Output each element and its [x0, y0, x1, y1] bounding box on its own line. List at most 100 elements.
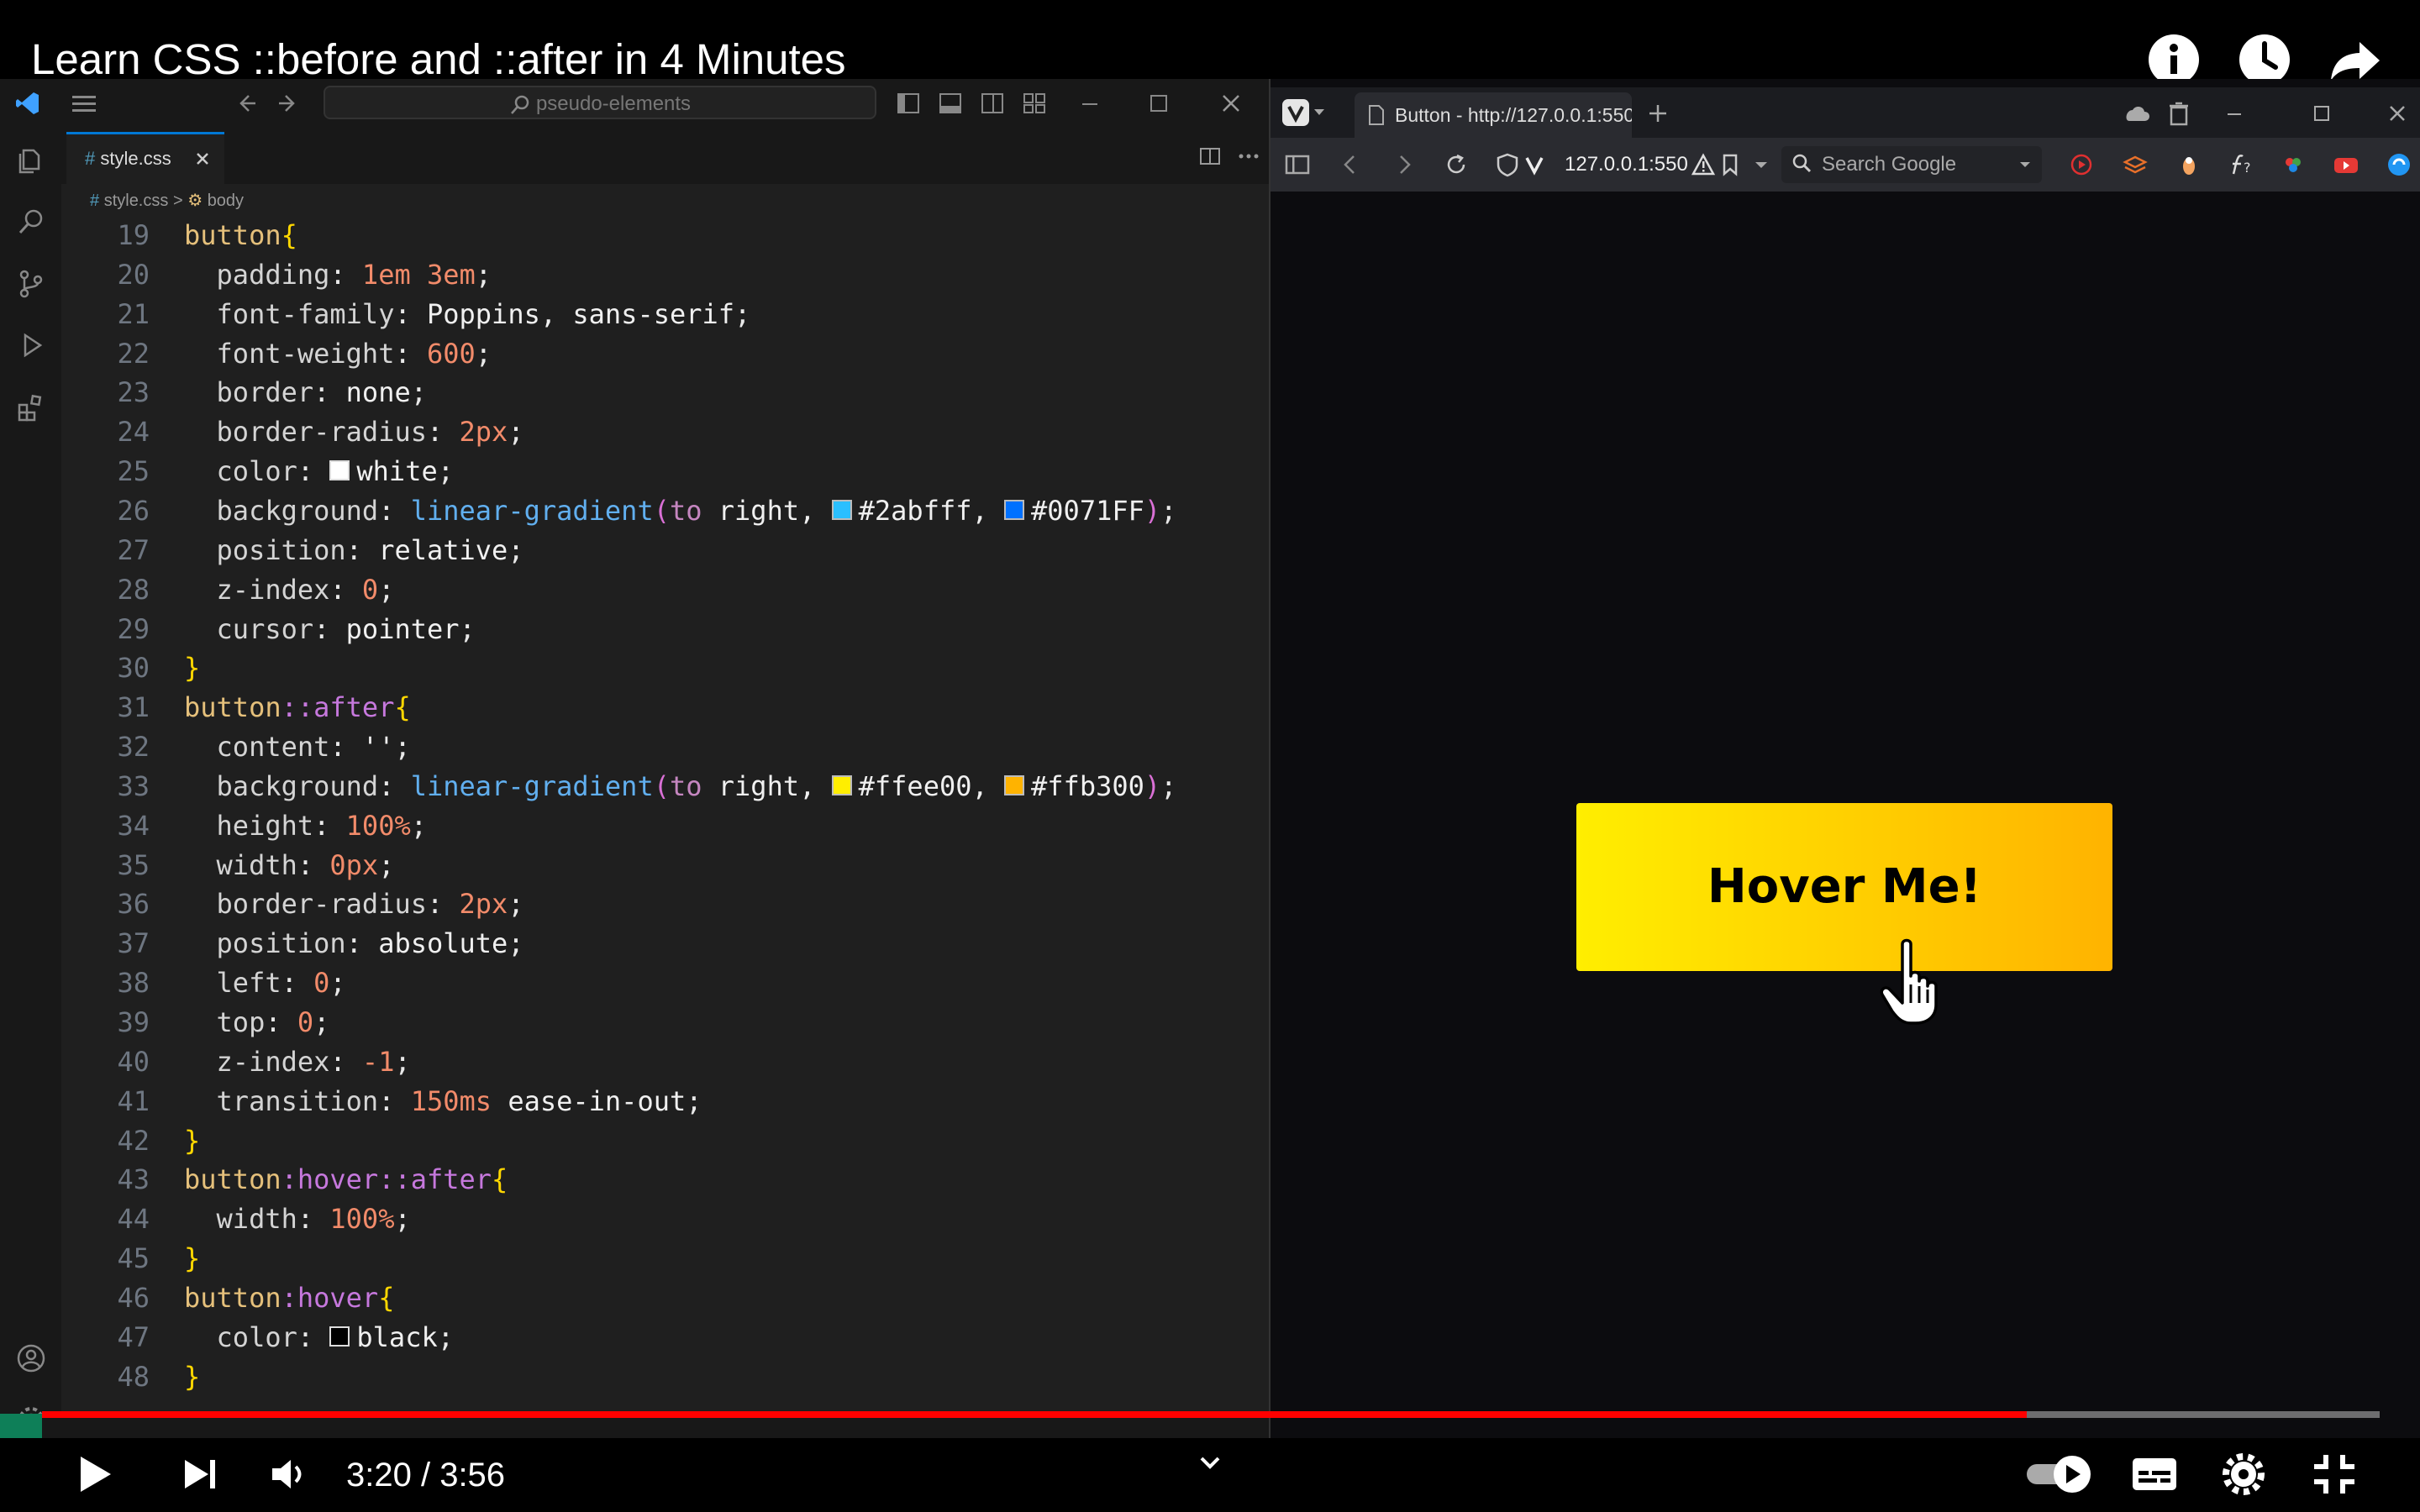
menu-icon[interactable]: [71, 91, 97, 116]
new-tab-icon[interactable]: [1645, 101, 1670, 126]
more-actions-icon[interactable]: [1236, 144, 1261, 169]
code-line[interactable]: 41 transition: 150ms ease-in-out;: [61, 1082, 1221, 1121]
command-center-search[interactable]: pseudo-elements: [324, 86, 876, 119]
symbol-icon: ⚙: [187, 192, 203, 210]
forward-arrow-icon[interactable]: [276, 91, 301, 116]
accounts-icon[interactable]: [15, 1342, 47, 1374]
line-number: 28: [117, 573, 150, 606]
browser-minimize-icon[interactable]: [2222, 101, 2247, 126]
explorer-icon[interactable]: [15, 144, 47, 176]
code-line[interactable]: 21 font-family: Poppins, sans-serif;: [61, 295, 1221, 333]
toggle-secondary-sidebar-icon[interactable]: [980, 91, 1005, 116]
code-line[interactable]: 31 button::after{: [61, 688, 1221, 727]
code-line[interactable]: 27 position: relative;: [61, 531, 1221, 570]
warning-icon[interactable]: [1691, 152, 1716, 177]
line-number: 32: [117, 731, 150, 764]
code-line[interactable]: 42}: [61, 1121, 1221, 1160]
breadcrumb-symbol[interactable]: body: [208, 192, 244, 210]
search-view-icon[interactable]: [15, 206, 47, 238]
code-line[interactable]: 33 background: linear-gradient(to right,…: [61, 767, 1221, 806]
subtitles-icon[interactable]: [2131, 1446, 2178, 1502]
run-debug-icon[interactable]: [15, 330, 47, 362]
code-line[interactable]: 28 z-index: 0;: [61, 570, 1221, 609]
vivaldi-logo-icon[interactable]: [1282, 99, 1326, 126]
code-line[interactable]: 44 width: 100%;: [61, 1200, 1221, 1238]
code-line[interactable]: 29 cursor: pointer;: [61, 610, 1221, 648]
source-control-icon[interactable]: [15, 268, 47, 300]
shield-icon[interactable]: [1496, 152, 1519, 177]
code-line[interactable]: 37 position: absolute;: [61, 924, 1221, 963]
close-icon[interactable]: [1218, 91, 1244, 116]
exit-fullscreen-icon[interactable]: [2311, 1446, 2358, 1502]
extension-record-icon[interactable]: [2069, 152, 2094, 177]
extensions-icon[interactable]: [15, 392, 47, 424]
browser-maximize-icon[interactable]: [2309, 101, 2334, 126]
browser-forward-icon[interactable]: [1392, 152, 1417, 177]
code-line[interactable]: 47 color: black;: [61, 1318, 1221, 1357]
browser-tab[interactable]: Button - http://127.0.0.1:550: [1355, 92, 1632, 138]
code-line[interactable]: 24 border-radius: 2px;: [61, 412, 1221, 451]
extension-fonts-icon[interactable]: ?: [2227, 152, 2255, 177]
line-code: padding: 1em 3em;: [216, 258, 492, 291]
code-line[interactable]: 19 button{: [61, 216, 1221, 255]
customize-layout-icon[interactable]: [1022, 91, 1047, 116]
line-code: top: 0;: [216, 1006, 330, 1038]
volume-icon[interactable]: [267, 1446, 309, 1502]
extension-ball-icon[interactable]: [2176, 152, 2202, 177]
code-editor[interactable]: 19 button{20 padding: 1em 3em; 21 font-fam…: [61, 216, 1269, 1417]
page-icon: [1366, 92, 1386, 138]
maximize-icon[interactable]: [1146, 91, 1171, 116]
line-code: background: linear-gradient(to right, #f…: [216, 769, 1177, 802]
code-line[interactable]: 35 width: 0px;: [61, 846, 1221, 885]
code-line[interactable]: 40 z-index: -1;: [61, 1042, 1221, 1081]
code-line[interactable]: 46 button:hover{: [61, 1278, 1221, 1317]
address-dropdown-icon[interactable]: [1751, 152, 1771, 177]
extension-colors-icon[interactable]: [2281, 152, 2306, 177]
code-line[interactable]: 20 padding: 1em 3em;: [61, 255, 1221, 294]
toggle-panel-icon[interactable]: [938, 91, 963, 116]
line-number: 19: [117, 219, 150, 251]
panel-toggle-icon[interactable]: [1284, 152, 1311, 177]
chevron-down-icon[interactable]: [1193, 1446, 1227, 1480]
tab-close-icon[interactable]: [192, 134, 213, 183]
back-arrow-icon[interactable]: [234, 91, 259, 116]
code-line[interactable]: 38 left: 0;: [61, 963, 1221, 1002]
code-line[interactable]: 48}: [61, 1357, 1221, 1396]
browser-close-icon[interactable]: [2385, 101, 2410, 126]
split-editor-icon[interactable]: [1197, 144, 1223, 169]
hover-me-button[interactable]: Hover Me!: [1576, 803, 2112, 971]
extension-layers-icon[interactable]: [2123, 152, 2148, 177]
code-line[interactable]: 36 border-radius: 2px;: [61, 885, 1221, 923]
search-engine-dropdown-icon[interactable]: [2017, 146, 2033, 183]
cloud-sync-icon[interactable]: [2123, 101, 2151, 126]
remote-indicator[interactable]: [0, 1414, 42, 1438]
breadcrumb-file[interactable]: style.css: [104, 192, 169, 210]
code-line[interactable]: 45}: [61, 1239, 1221, 1278]
extension-youtube-icon[interactable]: [2333, 152, 2360, 177]
tab-style-css[interactable]: # style.css: [66, 132, 224, 184]
code-line[interactable]: 39 top: 0;: [61, 1003, 1221, 1042]
search-google-field[interactable]: Search Google: [1781, 146, 2042, 183]
minimize-icon[interactable]: [1077, 91, 1102, 116]
code-line[interactable]: 30}: [61, 648, 1221, 687]
line-number: 34: [117, 809, 150, 842]
code-line[interactable]: 34 height: 100%;: [61, 806, 1221, 845]
trash-icon[interactable]: [2166, 101, 2191, 126]
code-line[interactable]: 26 background: linear-gradient(to right,…: [61, 491, 1221, 530]
autoplay-toggle-icon[interactable]: [2023, 1446, 2101, 1502]
code-line[interactable]: 43 button:hover::after{: [61, 1160, 1221, 1199]
line-code: width: 100%;: [216, 1203, 411, 1236]
line-code: z-index: -1;: [216, 1045, 411, 1078]
browser-back-icon[interactable]: [1338, 152, 1363, 177]
extension-blue-icon[interactable]: [2386, 152, 2412, 177]
code-line[interactable]: 25 color: white;: [61, 452, 1221, 491]
settings-icon[interactable]: [2220, 1446, 2267, 1502]
code-line[interactable]: 32 content: '';: [61, 727, 1221, 766]
bookmark-icon[interactable]: [1719, 152, 1741, 177]
play-icon[interactable]: [76, 1446, 118, 1502]
code-line[interactable]: 23 border: none;: [61, 373, 1221, 412]
next-video-icon[interactable]: [180, 1446, 222, 1502]
reload-icon[interactable]: [1444, 152, 1469, 177]
code-line[interactable]: 22 font-weight: 600;: [61, 334, 1221, 373]
toggle-sidebar-icon[interactable]: [896, 91, 921, 116]
